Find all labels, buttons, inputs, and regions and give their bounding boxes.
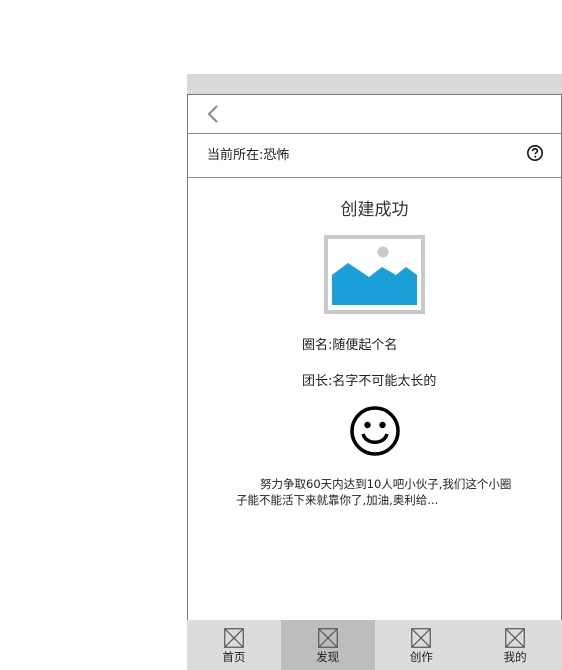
smiley-icon bbox=[350, 406, 400, 456]
help-icon[interactable] bbox=[526, 144, 544, 162]
phone-screen: 当前所在:恐怖 创建成功 圈名:随便起个名 团长:名字不可能太长的 努力争取60… bbox=[187, 74, 562, 670]
mine-tab-placeholder-icon bbox=[505, 628, 525, 648]
home-tab-placeholder-icon bbox=[224, 628, 244, 648]
discover-tab-placeholder-icon bbox=[317, 628, 338, 648]
image-icon bbox=[324, 235, 425, 314]
tab-label-mine: 我的 bbox=[503, 650, 527, 664]
tab-label-discover: 发现 bbox=[316, 650, 340, 664]
content-frame: 当前所在:恐怖 创建成功 圈名:随便起个名 团长:名字不可能太长的 努力争取60… bbox=[187, 94, 562, 623]
page-title: 创建成功 bbox=[340, 200, 409, 220]
location-bar: 当前所在:恐怖 bbox=[188, 134, 561, 178]
tab-label-create: 创作 bbox=[409, 650, 433, 664]
description-text: 努力争取60天内达到10人吧小伙子,我们这个小圈子能不能活下来就靠你了,加油,奥… bbox=[236, 477, 512, 507]
tab-bar: 首页 发现 创作 我的 bbox=[187, 620, 562, 670]
leader-label: 团长:名字不可能太长的 bbox=[302, 374, 437, 389]
tab-discover[interactable]: 发现 bbox=[280, 620, 375, 670]
back-arrow-icon[interactable] bbox=[204, 103, 224, 125]
tab-create[interactable]: 创作 bbox=[375, 620, 469, 670]
tab-label-home: 首页 bbox=[222, 650, 246, 664]
circle-name-label: 圈名:随便起个名 bbox=[302, 338, 398, 353]
nav-bar bbox=[188, 95, 561, 134]
create-tab-placeholder-icon bbox=[411, 628, 432, 648]
status-bar bbox=[187, 74, 562, 94]
tab-home[interactable]: 首页 bbox=[187, 620, 281, 670]
current-location-label: 当前所在:恐怖 bbox=[207, 148, 290, 163]
tab-mine[interactable]: 我的 bbox=[468, 620, 562, 670]
